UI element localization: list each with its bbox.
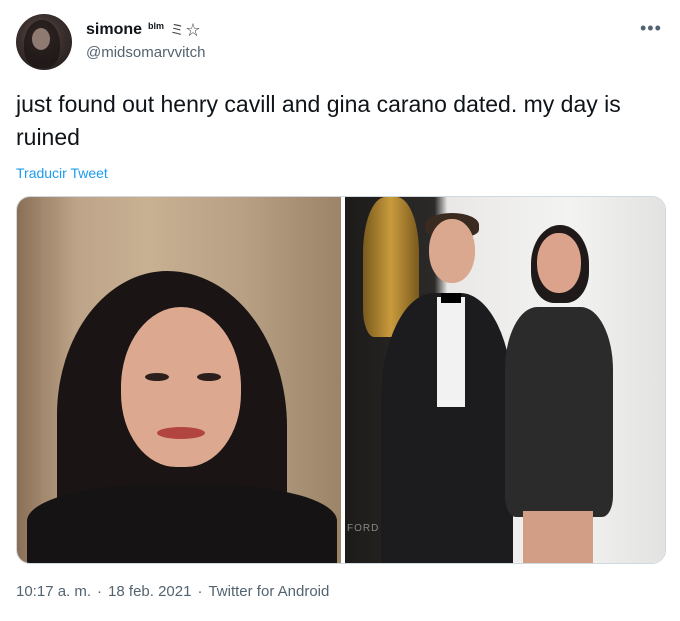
tweet-meta: 10:17 a. m. · 18 feb. 2021 · Twitter for… (16, 583, 329, 600)
translate-link[interactable]: Traducir Tweet (16, 165, 108, 181)
portrait-sweater (27, 485, 337, 563)
media-photo-right[interactable]: FORD (345, 197, 665, 563)
avatar[interactable] (16, 14, 72, 70)
portrait-eye-left (145, 373, 169, 381)
name-row: simone blm ミ☆ (86, 20, 202, 40)
portrait-face (121, 307, 241, 467)
tweet-date[interactable]: 18 feb. 2021 (108, 583, 191, 600)
tweet-time[interactable]: 10:17 a. m. (16, 583, 91, 600)
photo-watermark: FORD (347, 523, 380, 534)
media-grid[interactable]: FORD (16, 196, 666, 564)
avatar-face (32, 28, 50, 50)
tweet-card: simone blm ミ☆ @midsomarvvitch ••• just f… (0, 0, 680, 621)
display-name-badge: blm (148, 21, 165, 31)
woman-legs (523, 511, 593, 563)
woman-dress (505, 307, 613, 517)
more-icon[interactable]: ••• (640, 18, 662, 39)
man-face (429, 219, 475, 283)
tweet-text: just found out henry cavill and gina car… (16, 91, 621, 150)
display-name-emoji: ミ☆ (170, 22, 203, 38)
portrait-eye-right (197, 373, 221, 381)
portrait-lips (157, 427, 205, 439)
display-name[interactable]: simone (86, 21, 142, 39)
user-handle[interactable]: @midsomarvvitch (86, 44, 205, 61)
meta-separator-2: · (197, 583, 203, 600)
meta-separator: · (97, 583, 103, 600)
woman-face (537, 233, 581, 293)
media-photo-left[interactable] (17, 197, 341, 563)
man-shirt (437, 297, 465, 407)
man-bowtie (441, 293, 461, 303)
tweet-source[interactable]: Twitter for Android (208, 583, 329, 600)
